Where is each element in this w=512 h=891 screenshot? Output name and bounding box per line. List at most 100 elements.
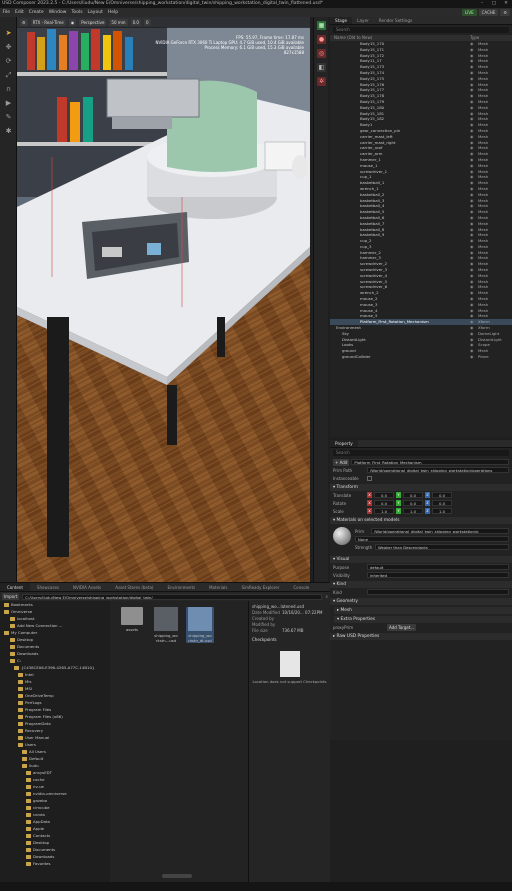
tab-nvidia-assets[interactable]: NVIDIA Assets [66, 583, 108, 591]
translate-y[interactable]: 0.0 [403, 492, 423, 498]
file-tree-item[interactable]: PerfLogs [0, 699, 110, 706]
viewport[interactable] [17, 17, 310, 582]
scale-z[interactable]: 1.0 [432, 508, 452, 514]
file-tree-item[interactable]: Documents [0, 643, 110, 650]
file-tree-item[interactable]: Intel [0, 671, 110, 678]
kind-section[interactable]: ▾ Kind [330, 581, 512, 588]
file-tree-item[interactable]: Downloads [0, 650, 110, 657]
search-icon[interactable]: ⌕ [325, 594, 328, 600]
visibility-eye-icon[interactable]: ◉ [470, 354, 478, 360]
settings-icon[interactable]: ⚙ [20, 19, 28, 26]
file-item-usd[interactable]: shipping_wo rkstn...usd [152, 607, 180, 643]
physics-tool-icon[interactable]: ✱ [3, 127, 14, 136]
tab-simready[interactable]: SimReady Explorer [234, 583, 286, 591]
mesh-section[interactable]: ▸ Mesh [334, 607, 512, 614]
file-tree-item[interactable]: User Manual [0, 734, 110, 741]
snap-tool-icon[interactable]: ∩ [3, 85, 14, 94]
content-path-field[interactable]: C:/Users/liudu/New E/Omniverse/shipping_… [22, 593, 323, 600]
menu-window[interactable]: Window [46, 10, 69, 15]
camera-dropdown[interactable]: Perspective [79, 19, 107, 26]
property-search-input[interactable]: Search [333, 450, 509, 456]
close-icon[interactable]: ✕ [500, 0, 512, 8]
file-tree-item[interactable]: Program Files [0, 706, 110, 713]
kind-dropdown[interactable] [367, 589, 509, 595]
material-path-field[interactable]: /World/operational_digital_twin_shipping… [371, 528, 509, 534]
menu-layout[interactable]: Layout [85, 10, 105, 15]
cache-button[interactable]: CACHE [478, 9, 499, 16]
scale-x[interactable]: 1.0 [374, 508, 394, 514]
file-tree-item[interactable]: Documents [0, 846, 110, 853]
play-icon[interactable]: ▶ [3, 99, 14, 108]
menu-create[interactable]: Create [26, 10, 46, 15]
file-tree-item[interactable]: All Users [0, 748, 110, 755]
menu-tools[interactable]: Tools [69, 10, 85, 15]
file-item-selected[interactable]: shipping_wo rkstn_dt.usd [186, 607, 214, 643]
minimize-icon[interactable]: – [476, 0, 488, 8]
file-tree-item[interactable]: Omniverse [0, 608, 110, 615]
file-tree-item[interactable]: C: [0, 657, 110, 664]
rotate-z[interactable]: 0.0 [432, 500, 452, 506]
transform-section[interactable]: ▾ Transform [330, 484, 512, 491]
eye-icon[interactable]: ◉ [68, 19, 77, 26]
scale-tool-icon[interactable]: ⤢ [3, 71, 14, 80]
file-tree-item[interactable]: Desktop [0, 839, 110, 846]
menu-file[interactable]: File [0, 10, 13, 15]
file-tree-item[interactable]: Default [0, 755, 110, 762]
file-tree-item[interactable]: MSI [0, 685, 110, 692]
stage-search-input[interactable]: Search [333, 27, 509, 33]
translate-x[interactable]: 0.0 [374, 492, 394, 498]
file-tree-item[interactable]: Contacts [0, 832, 110, 839]
file-tree-item[interactable]: nvidia-omniverse [0, 790, 110, 797]
tab-render-settings[interactable]: Render Settings [374, 17, 417, 24]
file-tree-item[interactable]: cache [0, 776, 110, 783]
speed-field[interactable]: 0.0 [130, 19, 141, 26]
menu-edit[interactable]: Edit [13, 10, 27, 15]
rotate-x[interactable]: 0.0 [374, 500, 394, 506]
file-tree-item[interactable]: Downloads [0, 853, 110, 860]
rotate-y[interactable]: 0.0 [403, 500, 423, 506]
lens-dropdown[interactable]: 50 mm [109, 19, 128, 26]
add-button[interactable]: + Add [333, 458, 350, 466]
translate-z[interactable]: 0.0 [432, 492, 452, 498]
file-tree-item[interactable]: conda [0, 811, 110, 818]
file-tree-item[interactable]: My Computer [0, 629, 110, 636]
file-tree-item[interactable]: Recovery [0, 727, 110, 734]
file-tree-item[interactable]: Users [0, 741, 110, 748]
materials-section[interactable]: ▾ Materials on selected models [330, 517, 512, 524]
strength-dropdown[interactable]: Weaker than Descendants [375, 544, 509, 550]
file-tree-item[interactable]: gazebo [0, 797, 110, 804]
file-tree-item[interactable]: Add New Connection ... [0, 622, 110, 629]
file-tree-item[interactable]: localhost [0, 615, 110, 622]
toggle-icon[interactable]: ◧ [317, 63, 326, 72]
file-tree-item[interactable]: Favorites [0, 860, 110, 867]
tab-asset-stores[interactable]: Asset Stores (beta) [108, 583, 160, 591]
import-button[interactable]: Import [2, 593, 20, 600]
visual-section[interactable]: ▾ Visual [330, 556, 512, 563]
geometry-section[interactable]: ▾ Geometry [330, 598, 512, 605]
file-tree-item[interactable]: AppData [0, 818, 110, 825]
file-tree-item[interactable]: OneDriveTemp [0, 692, 110, 699]
checkpoints-header[interactable]: Checkpoints [252, 637, 327, 643]
tab-property[interactable]: Property [330, 440, 358, 447]
paint-tool-icon[interactable]: ✎ [3, 113, 14, 122]
camera-icon[interactable]: ◎ [317, 49, 326, 58]
purpose-dropdown[interactable]: default [367, 564, 509, 570]
thumbnail-size-slider[interactable] [162, 874, 192, 878]
maximize-icon[interactable]: □ [488, 0, 500, 8]
file-tree-item[interactable]: Mls [0, 678, 110, 685]
file-tree-item[interactable]: Bookmarks [0, 601, 110, 608]
file-tree-item[interactable]: ProgramData [0, 720, 110, 727]
prim-path-field[interactable]: /World/operational_digital_twin_shipping… [367, 467, 509, 473]
file-tree-item[interactable]: liudu [0, 762, 110, 769]
record-icon[interactable]: ● [317, 35, 326, 44]
settings-icon[interactable]: ⚙ [500, 9, 510, 16]
file-tree-item[interactable]: ansysEDT [0, 769, 110, 776]
file-tree-item[interactable]: cimcube [0, 804, 110, 811]
file-item-assets[interactable]: assets [118, 607, 146, 643]
render-mode-dropdown[interactable]: RTX - Real-Time [30, 19, 66, 26]
file-tree-item[interactable]: Desktop [0, 636, 110, 643]
gear-icon[interactable]: ✲ [317, 77, 326, 86]
extra-properties-section[interactable]: ▾ Extra Properties [334, 616, 512, 623]
lights-counter[interactable]: 0 [143, 19, 151, 26]
file-tree-item[interactable]: Program Files (x86) [0, 713, 110, 720]
